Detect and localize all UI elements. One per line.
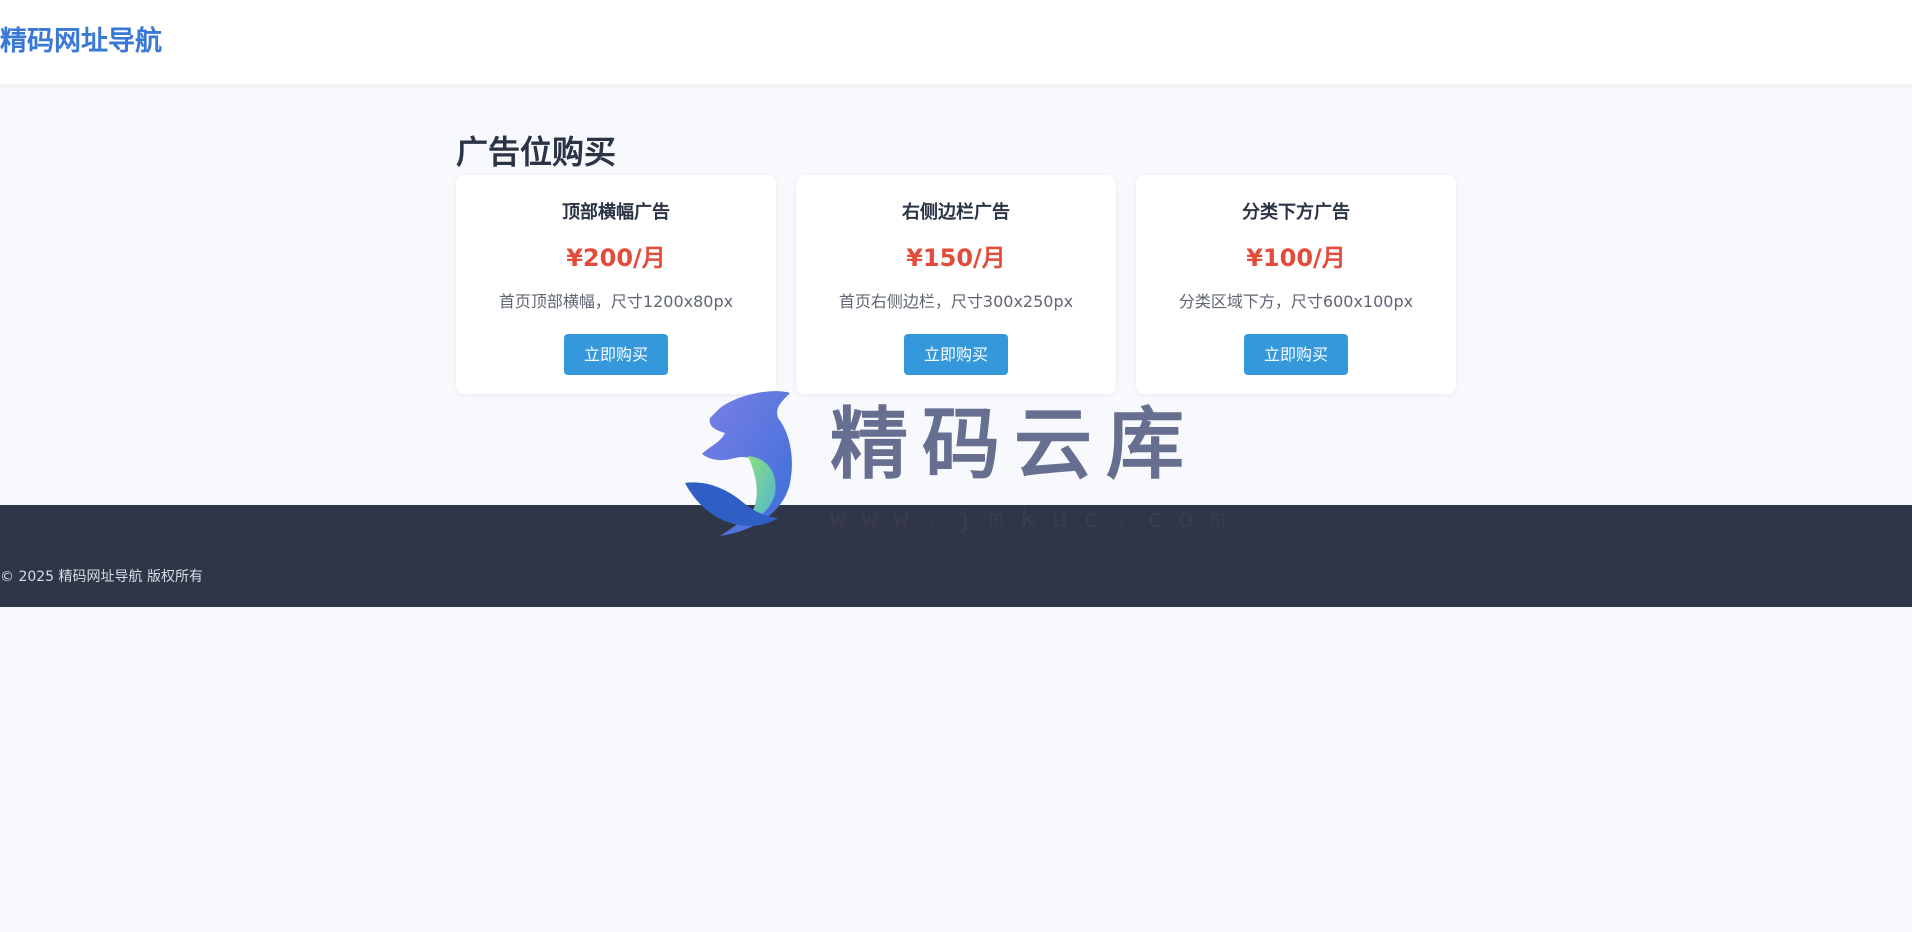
watermark: 精码云库 www.jmkuc.com xyxy=(680,388,1226,538)
ad-card-category-bottom: 分类下方广告 ¥100/月 分类区域下方，尺寸600x100px 立即购买 xyxy=(1136,175,1456,394)
ad-card-right-sidebar: 右侧边栏广告 ¥150/月 首页右侧边栏，尺寸300x250px 立即购买 xyxy=(796,175,1116,394)
buy-now-button[interactable]: 立即购买 xyxy=(564,334,668,375)
buy-now-button[interactable]: 立即购买 xyxy=(1244,334,1348,375)
ad-card-title: 顶部横幅广告 xyxy=(562,202,670,223)
ad-card-price: ¥150/月 xyxy=(906,244,1006,272)
ad-card-description: 首页右侧边栏，尺寸300x250px xyxy=(838,292,1074,311)
copyright-text: © 2025 精码网址导航 版权所有 xyxy=(0,569,203,585)
watermark-url-text: www.jmkuc.com xyxy=(830,504,1242,534)
site-header: 精码网址导航 xyxy=(0,0,1912,84)
dragon-logo-icon xyxy=(685,391,792,536)
ad-card-description: 首页顶部横幅，尺寸1200x80px xyxy=(498,292,734,311)
watermark-brand-text: 精码云库 xyxy=(830,399,1199,490)
ad-card-title: 分类下方广告 xyxy=(1242,202,1350,223)
buy-now-button[interactable]: 立即购买 xyxy=(904,334,1008,375)
site-title-link[interactable]: 精码网址导航 xyxy=(0,24,162,60)
ad-card-title: 右侧边栏广告 xyxy=(902,202,1010,223)
ad-card-price: ¥100/月 xyxy=(1246,244,1346,272)
ad-card-top-banner: 顶部横幅广告 ¥200/月 首页顶部横幅，尺寸1200x80px 立即购买 xyxy=(456,175,776,394)
ad-card-description: 分类区域下方，尺寸600x100px xyxy=(1178,292,1414,311)
main-content: 广告位购买 顶部横幅广告 ¥200/月 首页顶部横幅，尺寸1200x80px 立… xyxy=(456,130,1456,394)
page-title: 广告位购买 xyxy=(456,133,617,171)
ad-card-price: ¥200/月 xyxy=(566,244,666,272)
